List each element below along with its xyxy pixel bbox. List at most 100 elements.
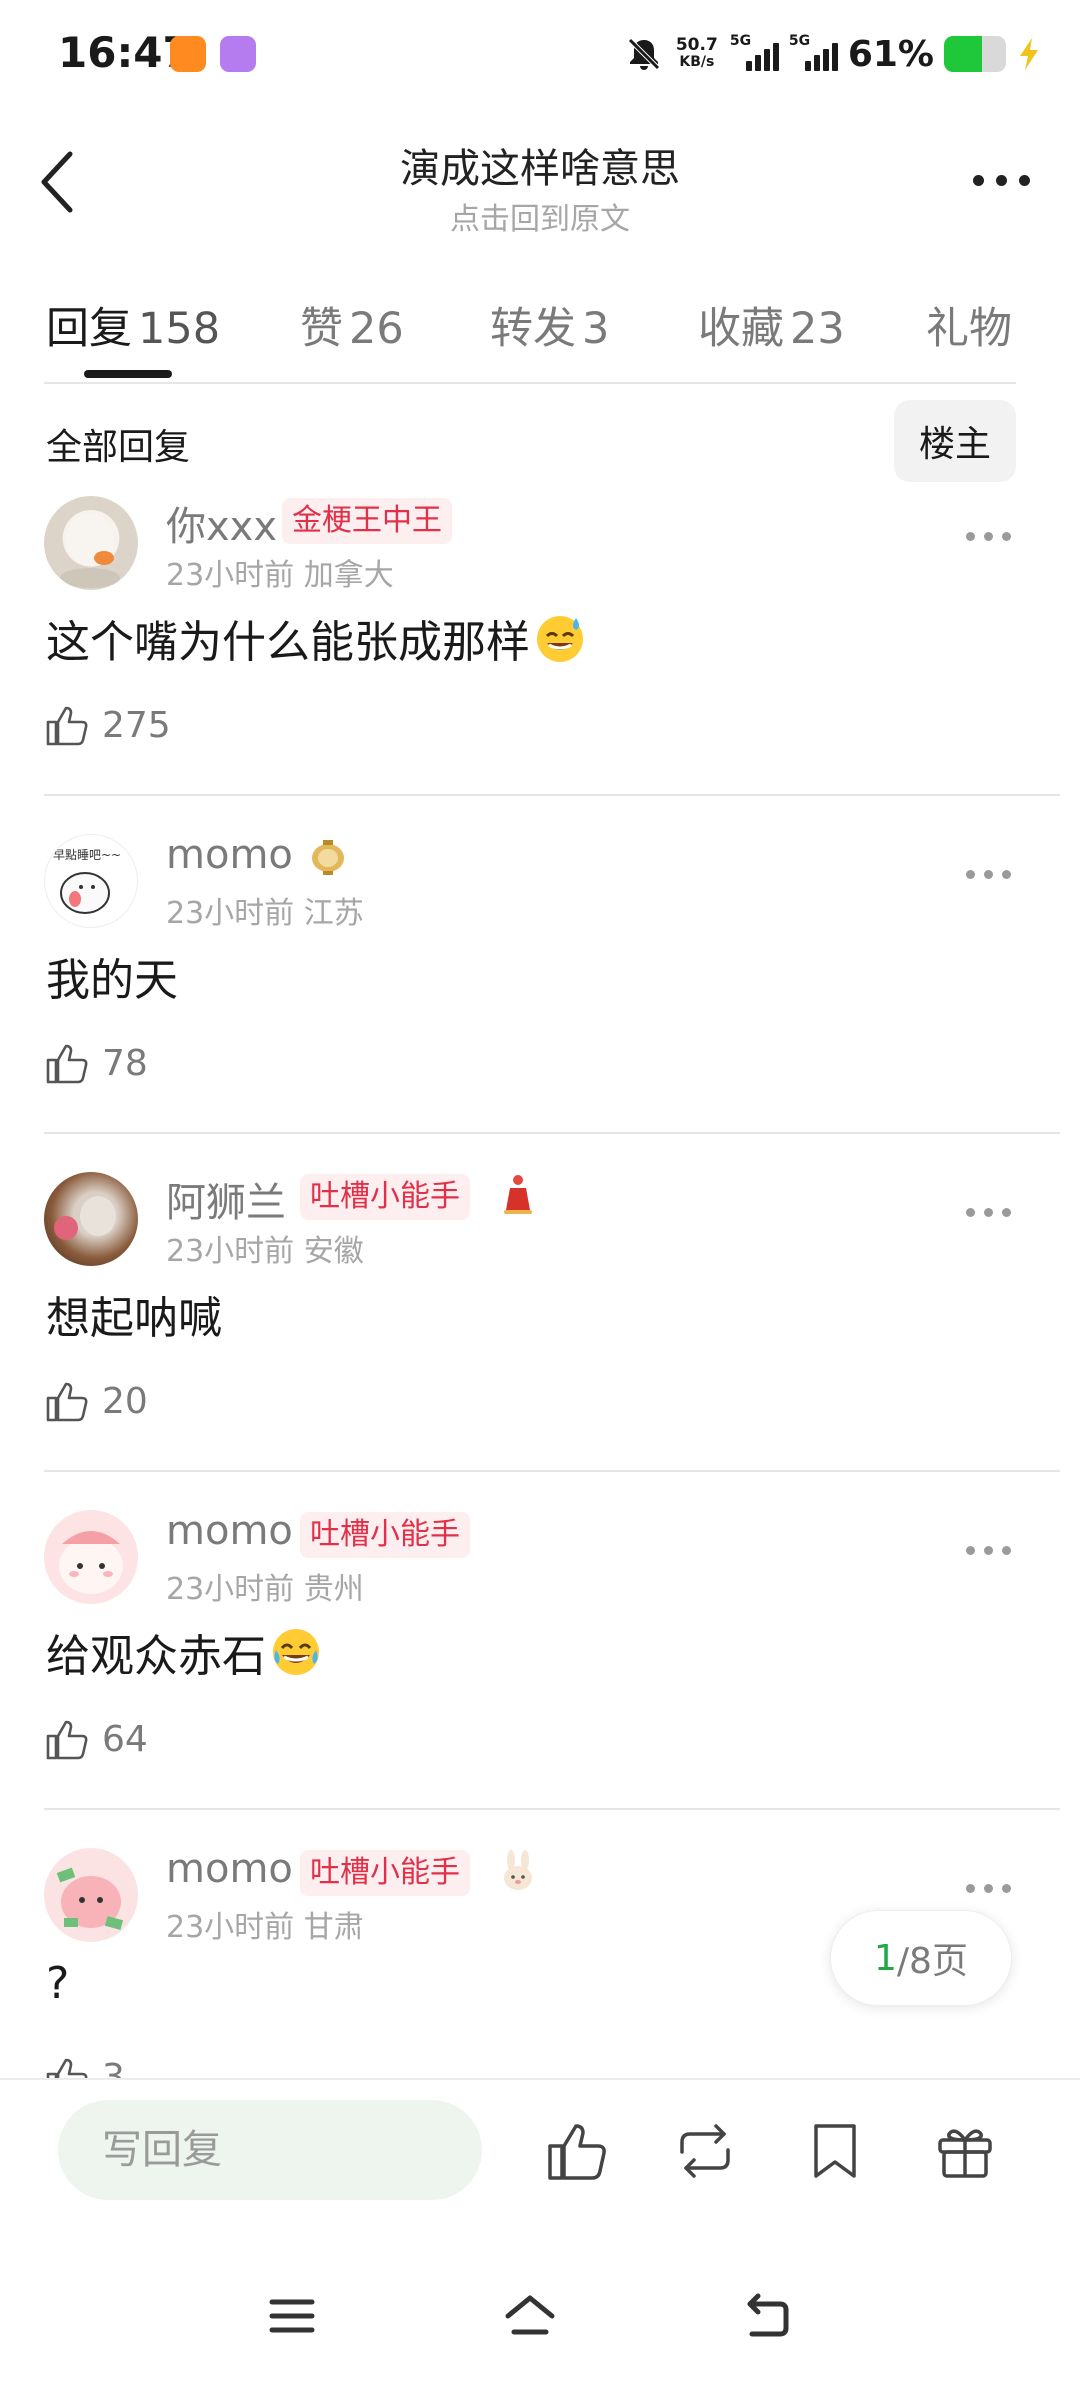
comment-item: 阿狮兰 吐槽小能手 23小时前 安徽 想起呐喊 20 <box>0 1172 1080 1510</box>
comment-text[interactable]: 想起呐喊 <box>46 1282 222 1346</box>
comment-text[interactable]: 这个嘴为什么能张成那样 <box>46 606 586 670</box>
back-nav-icon[interactable] <box>736 2286 796 2346</box>
comment-location: 江苏 <box>303 896 364 931</box>
username[interactable]: momo <box>166 1508 293 1554</box>
comment-more-button[interactable] <box>966 1208 1012 1220</box>
comment-location: 贵州 <box>303 1572 364 1607</box>
home-icon[interactable] <box>500 2286 560 2346</box>
network-type: 5G <box>729 33 752 49</box>
more-icon <box>966 1884 975 1893</box>
comment-location: 加拿大 <box>303 558 394 593</box>
like-count: 275 <box>102 704 171 746</box>
comment-text-content: 我的天 <box>46 955 178 1006</box>
comment-time: 23小时前 <box>166 1910 295 1945</box>
back-to-post-link[interactable]: 点击回到原文 <box>0 194 1080 238</box>
comment-meta: 23小时前 加拿大 <box>166 550 394 594</box>
like-icon[interactable] <box>544 2118 610 2184</box>
like-count: 20 <box>102 1380 148 1422</box>
like-icon <box>46 706 88 746</box>
mute-bell-icon <box>628 38 660 70</box>
like-icon <box>46 1720 88 1760</box>
app-screen: 16:47 50.7 KB/s 5G 5G 61% 演成这样啥意思 点击回到原文… <box>0 0 1080 2400</box>
like-icon <box>46 1382 88 1422</box>
tab-count: 158 <box>138 304 221 354</box>
like-button[interactable]: 20 <box>44 1376 148 1426</box>
tab-label: 收藏 <box>698 304 784 354</box>
network-type: 5G <box>788 33 811 49</box>
avatar[interactable] <box>44 1848 138 1942</box>
tab-favorites[interactable]: 收藏 23 <box>698 294 845 356</box>
network-speed-unit: KB/s <box>679 54 715 70</box>
tab-bar: 回复 158 赞 26 转发 3 收藏 23 礼物 <box>0 252 1080 384</box>
sweat-smile-emoji-icon <box>537 616 583 662</box>
like-button[interactable]: 78 <box>44 1038 148 1088</box>
user-badge[interactable]: 吐槽小能手 <box>300 1512 470 1558</box>
divider <box>44 1132 1060 1134</box>
comment-text[interactable]: 给观众赤石 <box>46 1620 322 1684</box>
username[interactable]: momo <box>166 832 293 878</box>
username[interactable]: 阿狮兰 <box>166 1170 286 1228</box>
like-count: 78 <box>102 1042 148 1084</box>
tears-of-joy-emoji-icon <box>273 1629 319 1675</box>
tab-reposts[interactable]: 转发 3 <box>490 294 609 356</box>
comment-more-button[interactable] <box>966 1546 1012 1558</box>
more-icon <box>995 174 1007 186</box>
battery-fill <box>944 36 982 72</box>
repost-icon[interactable] <box>672 2118 738 2184</box>
header: 演成这样啥意思 点击回到原文 <box>0 112 1080 252</box>
avatar-image <box>54 1196 116 1240</box>
divider <box>44 382 1016 384</box>
page-title[interactable]: 演成这样啥意思 <box>0 136 1080 194</box>
tab-replies[interactable]: 回复 158 <box>46 294 220 356</box>
divider <box>44 794 1060 796</box>
network-speed: 50.7 KB/s <box>674 37 720 71</box>
avatar[interactable] <box>44 496 138 590</box>
charging-icon <box>1020 38 1038 70</box>
user-badge[interactable]: 吐槽小能手 <box>300 1174 470 1220</box>
owner-only-filter-button[interactable]: 楼主 <box>894 400 1016 482</box>
comment-more-button[interactable] <box>966 532 1012 544</box>
network-speed-value: 50.7 <box>675 35 718 55</box>
comment-meta: 23小时前 甘肃 <box>166 1902 364 1946</box>
current-page: 1 <box>874 1937 897 1979</box>
bookmark-icon[interactable] <box>802 2118 868 2184</box>
signal-icon: 5G <box>789 33 838 71</box>
divider <box>44 1808 1060 1810</box>
tab-gifts[interactable]: 礼物 <box>926 294 1012 356</box>
svg-text:早點睡吧~~: 早點睡吧~~ <box>53 848 121 862</box>
user-badge[interactable]: 吐槽小能手 <box>300 1850 470 1896</box>
more-icon <box>966 870 975 879</box>
comment-text[interactable]: 我的天 <box>46 944 178 1008</box>
comment-location: 安徽 <box>303 1234 364 1269</box>
more-icon <box>966 1546 975 1555</box>
active-tab-indicator <box>84 370 172 378</box>
username[interactable]: momo <box>166 1846 293 1892</box>
username[interactable]: 你xxx <box>166 494 277 552</box>
avatar-image <box>56 1867 124 1930</box>
comment-text[interactable]: ? <box>46 1958 69 2009</box>
tab-likes[interactable]: 赞 26 <box>300 294 404 356</box>
status-bar: 16:47 50.7 KB/s 5G 5G 61% <box>0 0 1080 112</box>
like-button[interactable]: 275 <box>44 700 171 750</box>
more-menu-button[interactable] <box>966 160 1036 200</box>
tab-count: 26 <box>349 304 404 354</box>
avatar[interactable] <box>44 1172 138 1266</box>
like-button[interactable]: 64 <box>44 1714 148 1764</box>
system-nav-bar <box>0 2248 1080 2400</box>
tab-label: 礼物 <box>926 304 1012 354</box>
avatar[interactable]: 早點睡吧~~ <box>44 834 138 928</box>
comment-more-button[interactable] <box>966 870 1012 882</box>
reply-input[interactable] <box>58 2100 482 2200</box>
like-count: 64 <box>102 1718 148 1760</box>
status-right: 50.7 KB/s 5G 5G 61% <box>624 26 1042 82</box>
battery-icon <box>944 36 1006 72</box>
more-icon <box>966 532 975 541</box>
battery-percent: 61% <box>847 33 934 75</box>
menu-icon[interactable] <box>262 2286 322 2346</box>
page-indicator[interactable]: 1/8页 <box>830 1910 1012 2006</box>
comment-more-button[interactable] <box>966 1884 1012 1896</box>
avatar-image <box>60 514 120 588</box>
gift-icon[interactable] <box>932 2118 998 2184</box>
user-badge[interactable]: 金梗王中王 <box>282 498 452 544</box>
avatar[interactable] <box>44 1510 138 1604</box>
